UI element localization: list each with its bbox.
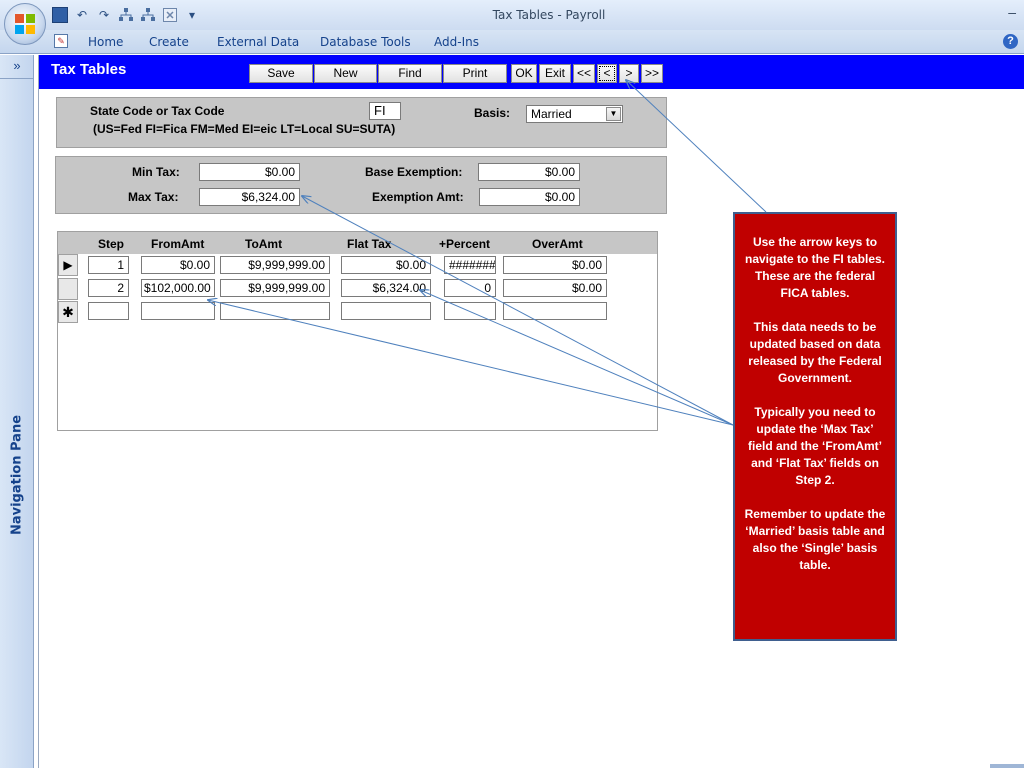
table-header: Step FromAmt ToAmt Flat Tax +Percent Ove…: [58, 232, 657, 254]
office-logo-icon: [15, 14, 35, 34]
step-cell[interactable]: 2: [88, 279, 129, 297]
access-form-icon: ✎: [54, 34, 68, 48]
basis-select[interactable]: Married ▼: [526, 105, 623, 123]
fromamt-cell[interactable]: $0.00: [141, 256, 215, 274]
state-code-label: State Code or Tax Code: [90, 104, 225, 118]
exemption-amt-input[interactable]: $0.00: [479, 188, 580, 206]
col-header-percent: +Percent: [439, 237, 491, 251]
exit-button[interactable]: Exit: [539, 64, 571, 83]
state-code-input[interactable]: FI: [369, 102, 401, 120]
percent-cell[interactable]: [444, 302, 496, 320]
base-exemption-input[interactable]: $0.00: [478, 163, 580, 181]
min-tax-label: Min Tax:: [132, 165, 180, 179]
basis-label: Basis:: [474, 106, 511, 120]
toamt-cell[interactable]: [220, 302, 330, 320]
tab-create[interactable]: Create: [149, 35, 189, 49]
fromamt-cell[interactable]: $102,000.00: [141, 279, 215, 297]
form-header: Tax Tables Save New Find Print OK Exit <…: [39, 55, 1024, 89]
previous-record-button[interactable]: <: [597, 64, 617, 83]
new-record-selector[interactable]: ✱: [58, 301, 78, 323]
form-title: Tax Tables: [51, 61, 127, 78]
col-header-fromamt: FromAmt: [151, 237, 205, 251]
tab-external-data[interactable]: External Data: [217, 35, 299, 49]
ok-button[interactable]: OK: [511, 64, 537, 83]
record-selector[interactable]: ▶: [58, 254, 78, 276]
overamt-cell[interactable]: $0.00: [503, 256, 607, 274]
minimize-button[interactable]: –: [1008, 4, 1016, 20]
new-button[interactable]: New: [314, 64, 377, 83]
col-header-toamt: ToAmt: [245, 237, 283, 251]
flat-tax-cell[interactable]: $6,324.00: [341, 279, 431, 297]
percent-cell[interactable]: #######: [444, 256, 496, 274]
overamt-cell[interactable]: $0.00: [503, 279, 607, 297]
navigation-pane[interactable]: » Navigation Pane: [0, 55, 34, 768]
tab-add-ins[interactable]: Add-Ins: [434, 35, 479, 49]
chevron-down-icon[interactable]: ▼: [606, 107, 621, 121]
instruction-callout: Use the arrow keys to navigate to the FI…: [733, 212, 897, 641]
max-tax-label: Max Tax:: [128, 190, 179, 204]
step-cell[interactable]: 1: [88, 256, 129, 274]
callout-paragraph: Remember to update the ‘Married’ basis t…: [744, 507, 886, 572]
tax-steps-subform: Step FromAmt ToAmt Flat Tax +Percent Ove…: [57, 231, 658, 431]
callout-paragraph: Typically you need to update the ‘Max Ta…: [747, 405, 882, 487]
toamt-cell[interactable]: $9,999,999.00: [220, 256, 330, 274]
tax-limits-section: Min Tax: $0.00 Max Tax: $6,324.00 Base E…: [55, 156, 667, 214]
title-bar: ↶ ↷ ▾ Tax Tables - Payroll –: [0, 0, 1024, 30]
fromamt-cell[interactable]: [141, 302, 215, 320]
save-button[interactable]: Save: [249, 64, 313, 83]
find-button[interactable]: Find: [378, 64, 442, 83]
col-header-flat-tax: Flat Tax: [347, 237, 392, 251]
record-selector[interactable]: [58, 278, 78, 300]
callout-paragraph: Use the arrow keys to navigate to the FI…: [744, 235, 886, 300]
status-bar-corner: [990, 764, 1024, 768]
next-record-button[interactable]: >: [619, 64, 639, 83]
percent-cell[interactable]: 0: [444, 279, 496, 297]
toamt-cell[interactable]: $9,999,999.00: [220, 279, 330, 297]
max-tax-input[interactable]: $6,324.00: [199, 188, 300, 206]
flat-tax-cell[interactable]: $0.00: [341, 256, 431, 274]
min-tax-input[interactable]: $0.00: [199, 163, 300, 181]
window-title: Tax Tables - Payroll: [492, 8, 606, 22]
callout-paragraph: This data needs to be updated based on d…: [748, 320, 882, 385]
basis-select-value: Married: [531, 107, 572, 121]
overamt-cell[interactable]: [503, 302, 607, 320]
flat-tax-cell[interactable]: [341, 302, 431, 320]
state-code-hint: (US=Fed FI=Fica FM=Med EI=eic LT=Local S…: [93, 122, 396, 136]
nav-pane-toggle[interactable]: »: [0, 55, 34, 79]
last-record-button[interactable]: >>: [641, 64, 663, 83]
ribbon-tabs: ✎ Home Create External Data Database Too…: [0, 30, 1024, 54]
tab-home[interactable]: Home: [88, 35, 123, 49]
tab-database-tools[interactable]: Database Tools: [320, 35, 411, 49]
first-record-button[interactable]: <<: [573, 64, 595, 83]
state-code-section: State Code or Tax Code (US=Fed FI=Fica F…: [56, 97, 667, 148]
print-button[interactable]: Print: [443, 64, 507, 83]
step-cell[interactable]: [88, 302, 129, 320]
help-icon[interactable]: ?: [1003, 34, 1018, 49]
col-header-overamt: OverAmt: [532, 237, 583, 251]
col-header-step: Step: [98, 237, 125, 251]
nav-pane-label[interactable]: Navigation Pane: [10, 415, 25, 535]
exemption-amt-label: Exemption Amt:: [372, 190, 464, 204]
base-exemption-label: Base Exemption:: [365, 165, 463, 179]
office-button[interactable]: [4, 3, 46, 45]
